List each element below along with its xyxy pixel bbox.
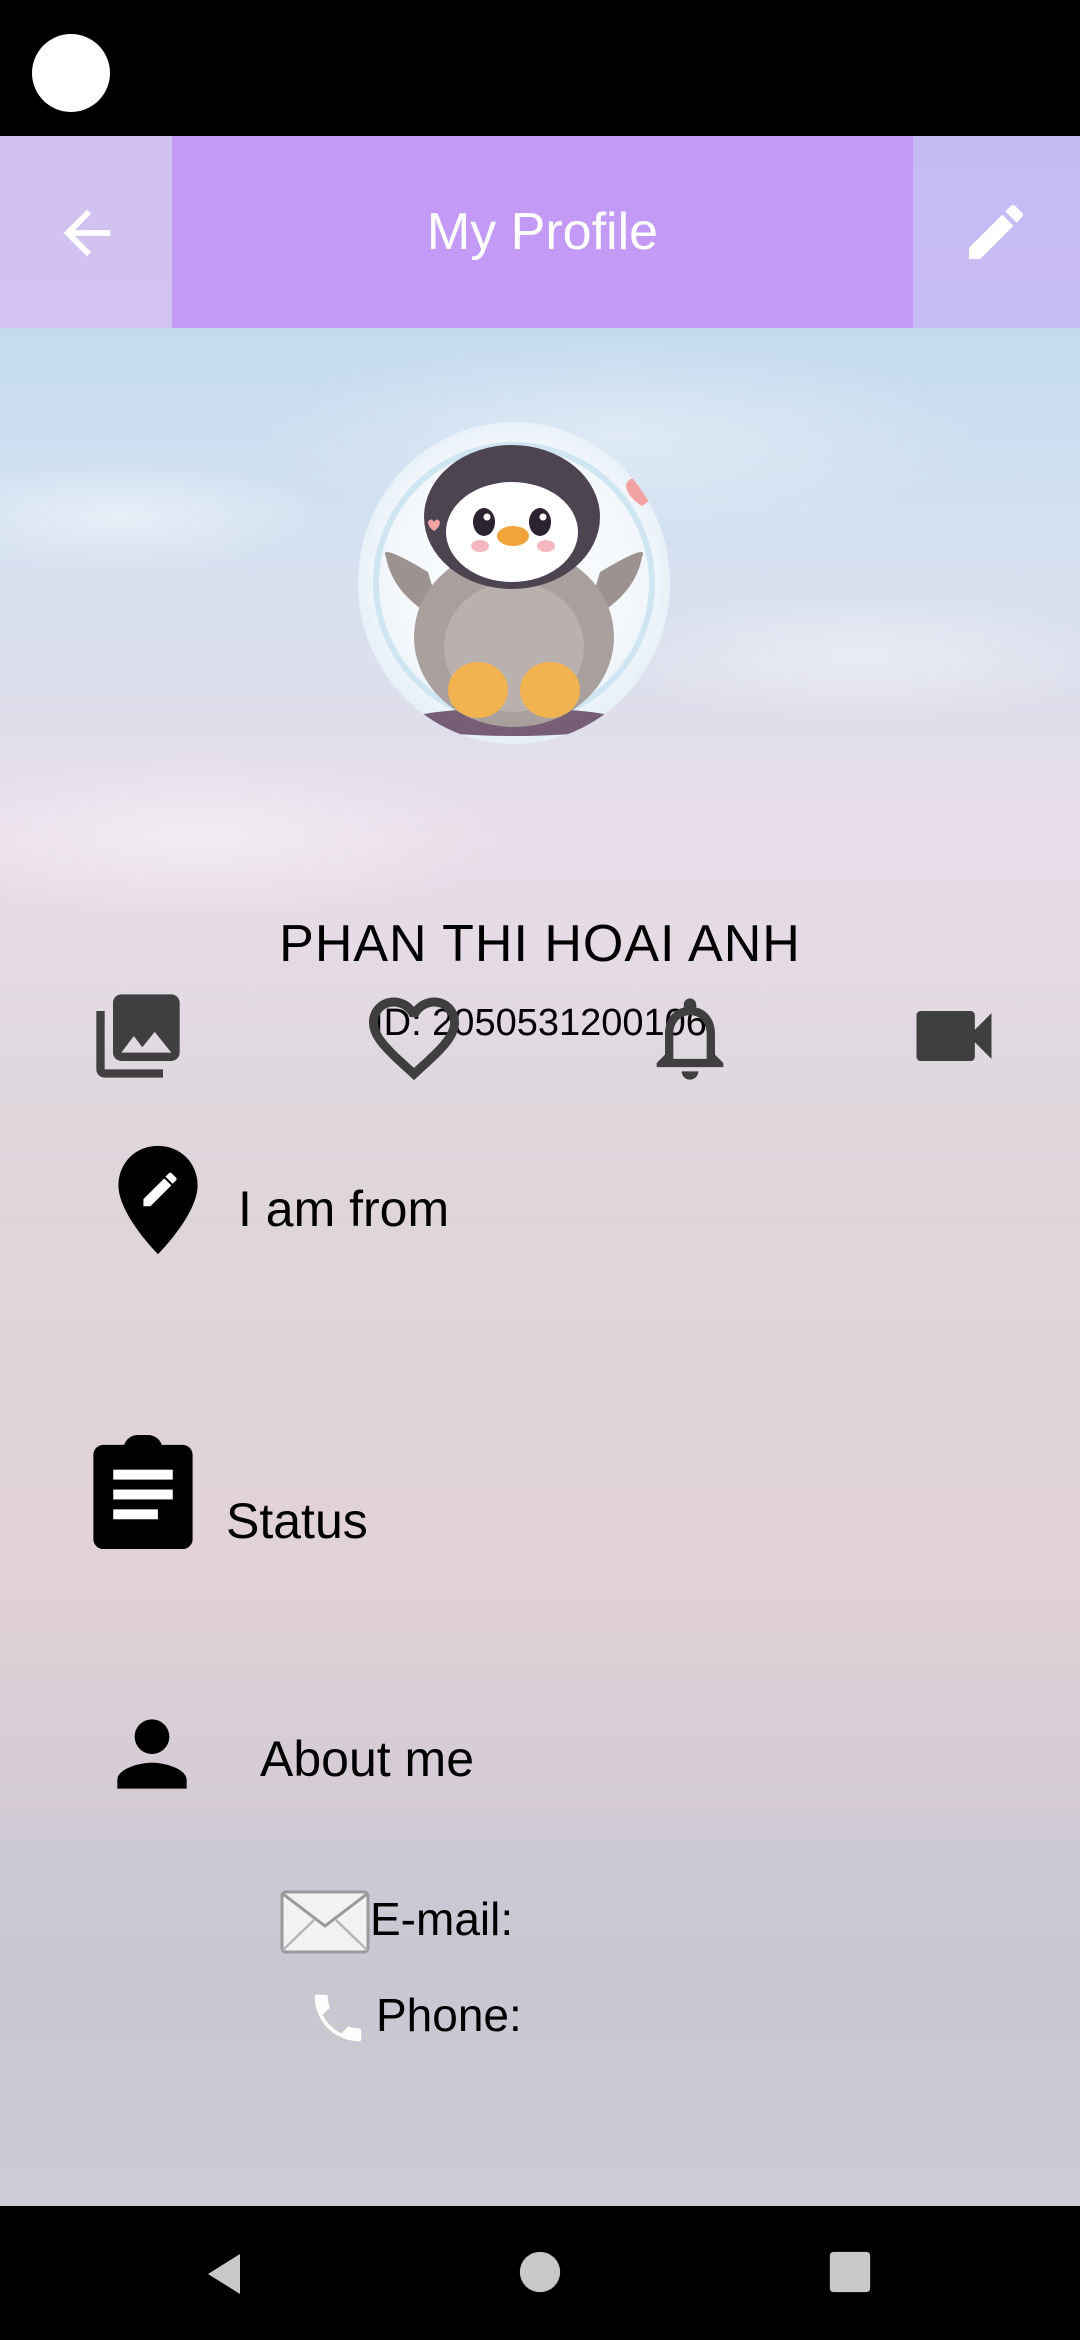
back-triangle-icon[interactable] (200, 2250, 248, 2298)
page-title: My Profile (426, 203, 659, 261)
from-label: I am from (238, 1181, 450, 1237)
system-nav-bar (0, 2206, 1080, 2340)
phone-label: Phone: (376, 1989, 522, 2041)
arrow-back-icon[interactable] (52, 198, 122, 268)
app-bar: My Profile (0, 136, 1080, 328)
recents-square-icon[interactable] (828, 2250, 872, 2294)
location-pin-icon (118, 1145, 198, 1255)
videocam-icon[interactable] (904, 986, 1004, 1086)
about-label: About me (260, 1731, 475, 1787)
title-zone: My Profile (172, 136, 913, 328)
home-circle-icon[interactable] (518, 2250, 562, 2294)
camera-cutout (32, 34, 110, 112)
info-panel (0, 1106, 1080, 2206)
user-name: PHAN THI HOAI ANH (279, 915, 801, 973)
status-label: Status (226, 1493, 368, 1549)
device-frame: My Profile PHAN THI HOAI ANH ID: 2050531… (0, 0, 1080, 2340)
clipboard-icon (93, 1434, 193, 1550)
email-label: E-mail: (370, 1893, 514, 1945)
heart-outline-icon[interactable] (360, 984, 468, 1092)
pencil-icon[interactable] (960, 196, 1032, 268)
profile-screen: My Profile PHAN THI HOAI ANH ID: 2050531… (0, 136, 1080, 2206)
status-bar (0, 0, 1080, 136)
person-icon (117, 1719, 187, 1789)
photo-library-icon[interactable] (88, 986, 188, 1086)
phone-icon (313, 1993, 363, 2043)
envelope-icon (280, 1890, 370, 1954)
profile-avatar[interactable] (358, 422, 670, 744)
bell-icon[interactable] (640, 982, 740, 1094)
penguin-avatar (373, 442, 658, 736)
